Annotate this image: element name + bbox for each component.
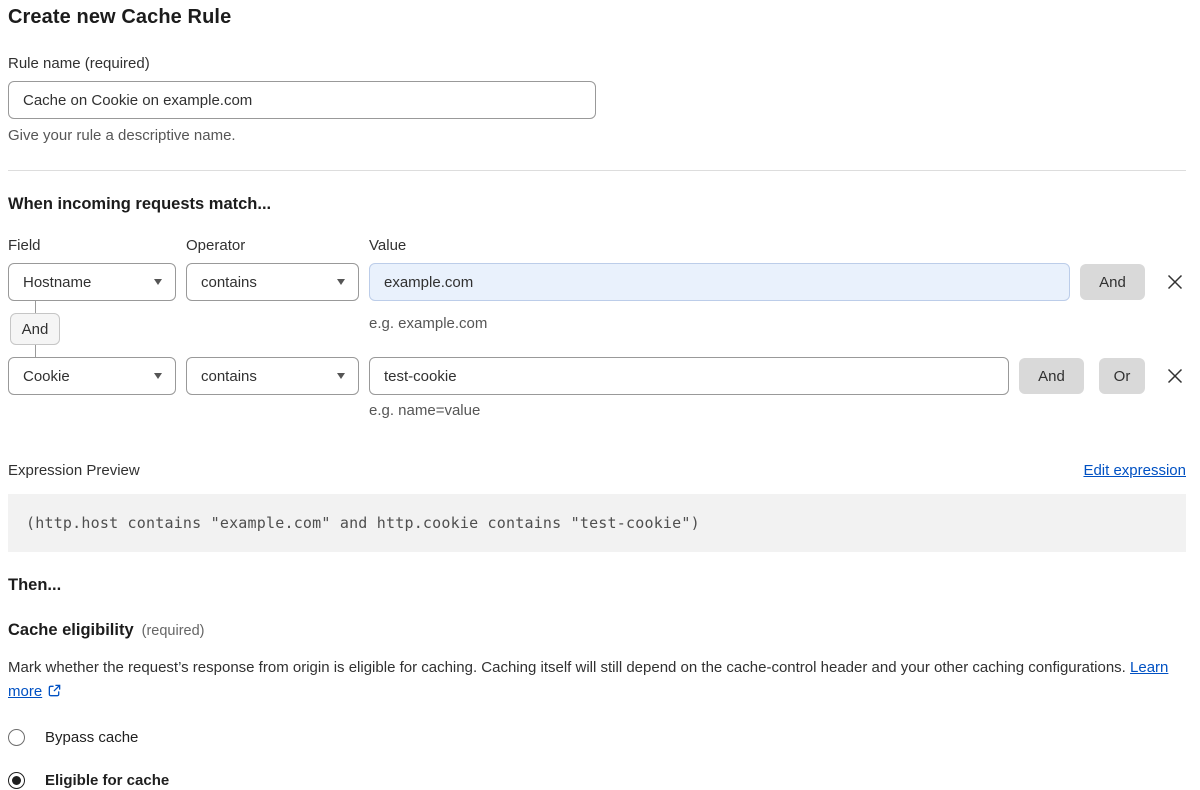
- operator-select-2[interactable]: contains: [186, 357, 359, 395]
- operator-select-1[interactable]: contains: [186, 263, 359, 301]
- edit-expression-link[interactable]: Edit expression: [1083, 462, 1186, 479]
- add-or-button-2[interactable]: Or: [1099, 358, 1145, 394]
- create-cache-rule-page: Create new Cache Rule Rule name (require…: [0, 0, 1200, 790]
- value-column-label: Value: [369, 237, 1186, 254]
- value-hint-1: e.g. example.com: [369, 315, 487, 332]
- value-input-1[interactable]: [369, 263, 1070, 301]
- x-icon: [1166, 273, 1184, 291]
- chevron-down-icon: [154, 279, 162, 285]
- radio-unselected-icon[interactable]: [8, 729, 25, 746]
- rule-name-input[interactable]: [8, 81, 596, 119]
- expression-preview-label: Expression Preview: [8, 462, 140, 479]
- radio-option-bypass-cache[interactable]: Bypass cache: [8, 727, 1186, 747]
- field-select-1[interactable]: Hostname: [8, 263, 176, 301]
- expression-code-block: (http.host contains "example.com" and ht…: [8, 494, 1186, 552]
- chevron-down-icon: [337, 279, 345, 285]
- match-heading: When incoming requests match...: [8, 195, 1186, 214]
- cache-eligibility-title: Cache eligibility: [8, 621, 134, 640]
- cache-eligibility-header: Cache eligibility (required): [8, 621, 1186, 640]
- radio-label-eligible[interactable]: Eligible for cache: [45, 772, 169, 789]
- value-input-2[interactable]: [369, 357, 1009, 395]
- condition-row-1: Hostname contains And: [8, 263, 1186, 301]
- section-divider: [8, 170, 1186, 171]
- chevron-down-icon: [154, 373, 162, 379]
- external-link-icon: [47, 683, 62, 698]
- radio-label-bypass[interactable]: Bypass cache: [45, 729, 138, 746]
- add-and-button-2[interactable]: And: [1019, 358, 1084, 394]
- add-and-button-1[interactable]: And: [1080, 264, 1145, 300]
- required-note: (required): [142, 623, 205, 639]
- operator-select-1-value: contains: [201, 274, 257, 291]
- rule-name-helper: Give your rule a descriptive name.: [8, 127, 1186, 144]
- field-select-1-value: Hostname: [23, 274, 91, 291]
- operator-select-2-value: contains: [201, 368, 257, 385]
- chevron-down-icon: [337, 373, 345, 379]
- condition-row-2: Cookie contains And Or: [8, 357, 1186, 395]
- x-icon: [1166, 367, 1184, 385]
- then-heading: Then...: [8, 576, 1186, 595]
- field-select-2[interactable]: Cookie: [8, 357, 176, 395]
- value-hint-2: e.g. name=value: [369, 402, 1186, 419]
- rule-name-label: Rule name (required): [8, 55, 1186, 72]
- page-title: Create new Cache Rule: [8, 6, 1186, 29]
- cache-eligibility-description: Mark whether the request’s response from…: [8, 656, 1186, 704]
- description-text: Mark whether the request’s response from…: [8, 659, 1126, 676]
- operator-column-label: Operator: [186, 237, 369, 254]
- rule-name-section: Rule name (required) Give your rule a de…: [8, 55, 1186, 144]
- remove-condition-1-button[interactable]: [1164, 271, 1186, 293]
- remove-condition-2-button[interactable]: [1164, 365, 1186, 387]
- radio-option-eligible-for-cache[interactable]: Eligible for cache: [8, 770, 1186, 790]
- field-select-2-value: Cookie: [23, 368, 70, 385]
- condition-column-labels: Field Operator Value: [8, 237, 1186, 254]
- expression-preview-header: Expression Preview Edit expression: [8, 462, 1186, 479]
- field-column-label: Field: [8, 237, 186, 254]
- radio-selected-icon[interactable]: [8, 772, 25, 789]
- condition-connector-area: And e.g. example.com: [8, 301, 1186, 357]
- connector-and-button[interactable]: And: [10, 313, 60, 345]
